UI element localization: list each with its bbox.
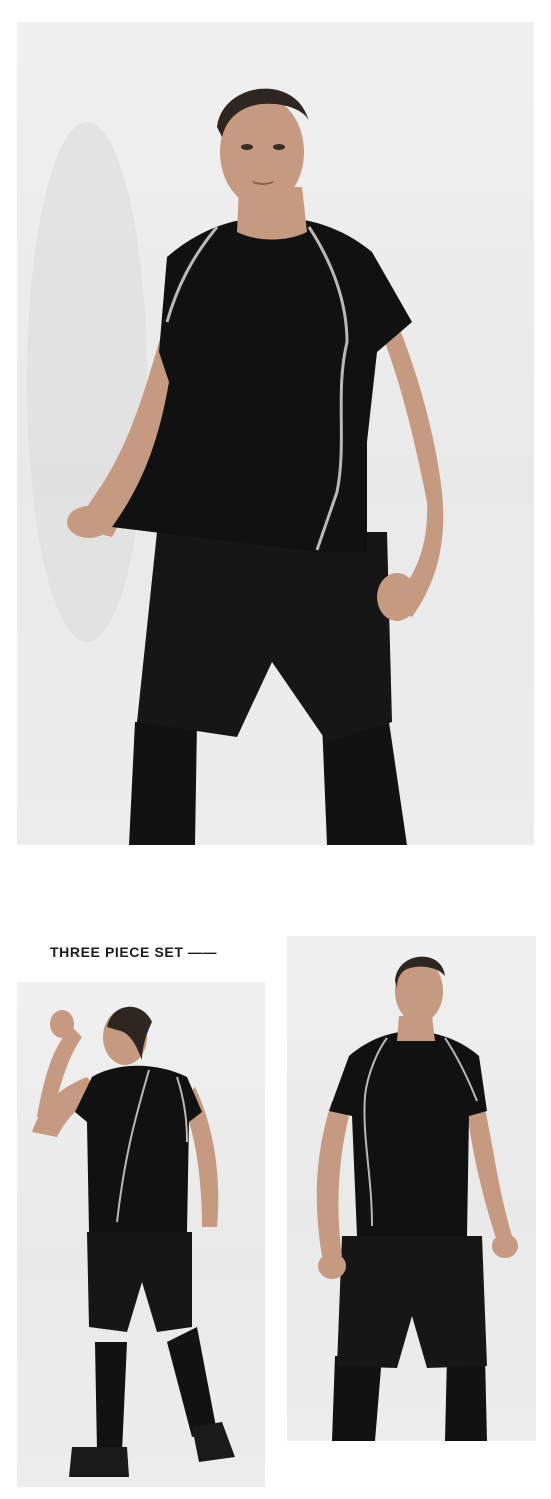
back-view-product-photo bbox=[17, 982, 265, 1487]
shorts bbox=[137, 532, 392, 742]
left-hand bbox=[67, 506, 111, 538]
right-legging bbox=[322, 722, 407, 845]
front-view-product-photo bbox=[287, 936, 536, 1441]
left-legging bbox=[129, 722, 197, 845]
model-front-illustration bbox=[27, 88, 444, 845]
right-hand bbox=[377, 573, 417, 621]
model-front-small-illustration bbox=[316, 956, 518, 1441]
section-heading: THREE PIECE SET —— bbox=[50, 944, 218, 960]
model-back-illustration bbox=[32, 1006, 235, 1477]
left-shoe bbox=[69, 1447, 129, 1477]
right-shoe bbox=[192, 1422, 235, 1462]
hero-product-photo bbox=[17, 22, 534, 845]
